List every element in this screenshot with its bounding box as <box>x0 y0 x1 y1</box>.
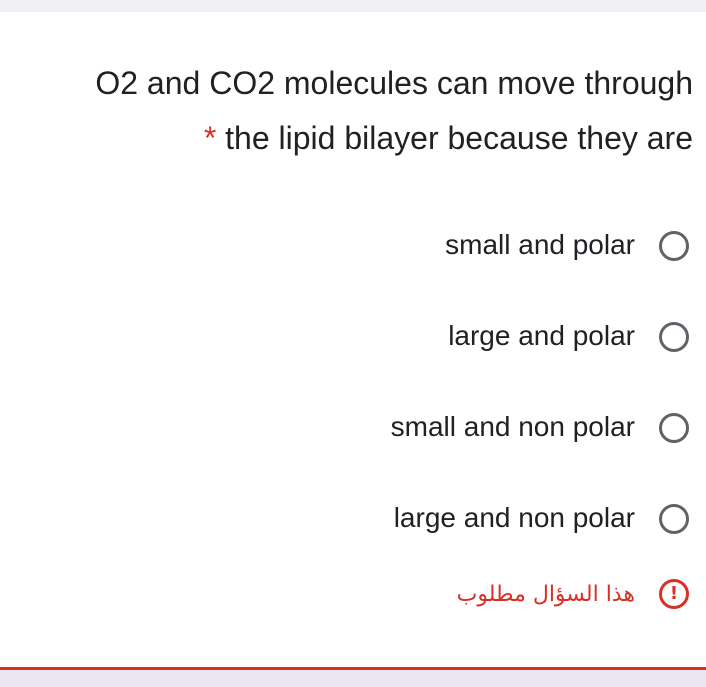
top-strip <box>0 0 706 12</box>
question-title-line-2: the lipid bilayer because they are * <box>3 111 693 166</box>
bottom-strip <box>0 670 706 687</box>
option-small-and-polar[interactable]: small and polar <box>0 220 706 311</box>
radio-button-small-and-polar[interactable] <box>659 231 689 261</box>
question-title-line-1: O2 and CO2 molecules can move through <box>95 65 693 101</box>
option-label-small-and-non-polar[interactable]: small and non polar <box>391 402 635 452</box>
required-error: ! هذا السؤال مطلوب <box>0 572 706 616</box>
radio-options-group: small and polar large and polar small an… <box>0 220 706 584</box>
question-title: O2 and CO2 molecules can move through th… <box>3 56 693 166</box>
question-title-text-2: the lipid bilayer because they are <box>225 120 693 156</box>
exclamation-circle-icon: ! <box>659 579 689 609</box>
option-label-large-and-polar[interactable]: large and polar <box>448 311 635 361</box>
option-label-small-and-polar[interactable]: small and polar <box>445 220 635 270</box>
radio-button-large-and-polar[interactable] <box>659 322 689 352</box>
option-small-and-non-polar[interactable]: small and non polar <box>0 402 706 493</box>
option-large-and-polar[interactable]: large and polar <box>0 311 706 402</box>
option-label-large-and-non-polar[interactable]: large and non polar <box>394 493 635 543</box>
option-large-and-non-polar[interactable]: large and non polar <box>0 493 706 584</box>
radio-button-small-and-non-polar[interactable] <box>659 413 689 443</box>
required-error-message: هذا السؤال مطلوب <box>456 581 635 607</box>
question-card: O2 and CO2 molecules can move through th… <box>0 12 706 667</box>
radio-button-large-and-non-polar[interactable] <box>659 504 689 534</box>
required-asterisk: * <box>203 120 217 156</box>
